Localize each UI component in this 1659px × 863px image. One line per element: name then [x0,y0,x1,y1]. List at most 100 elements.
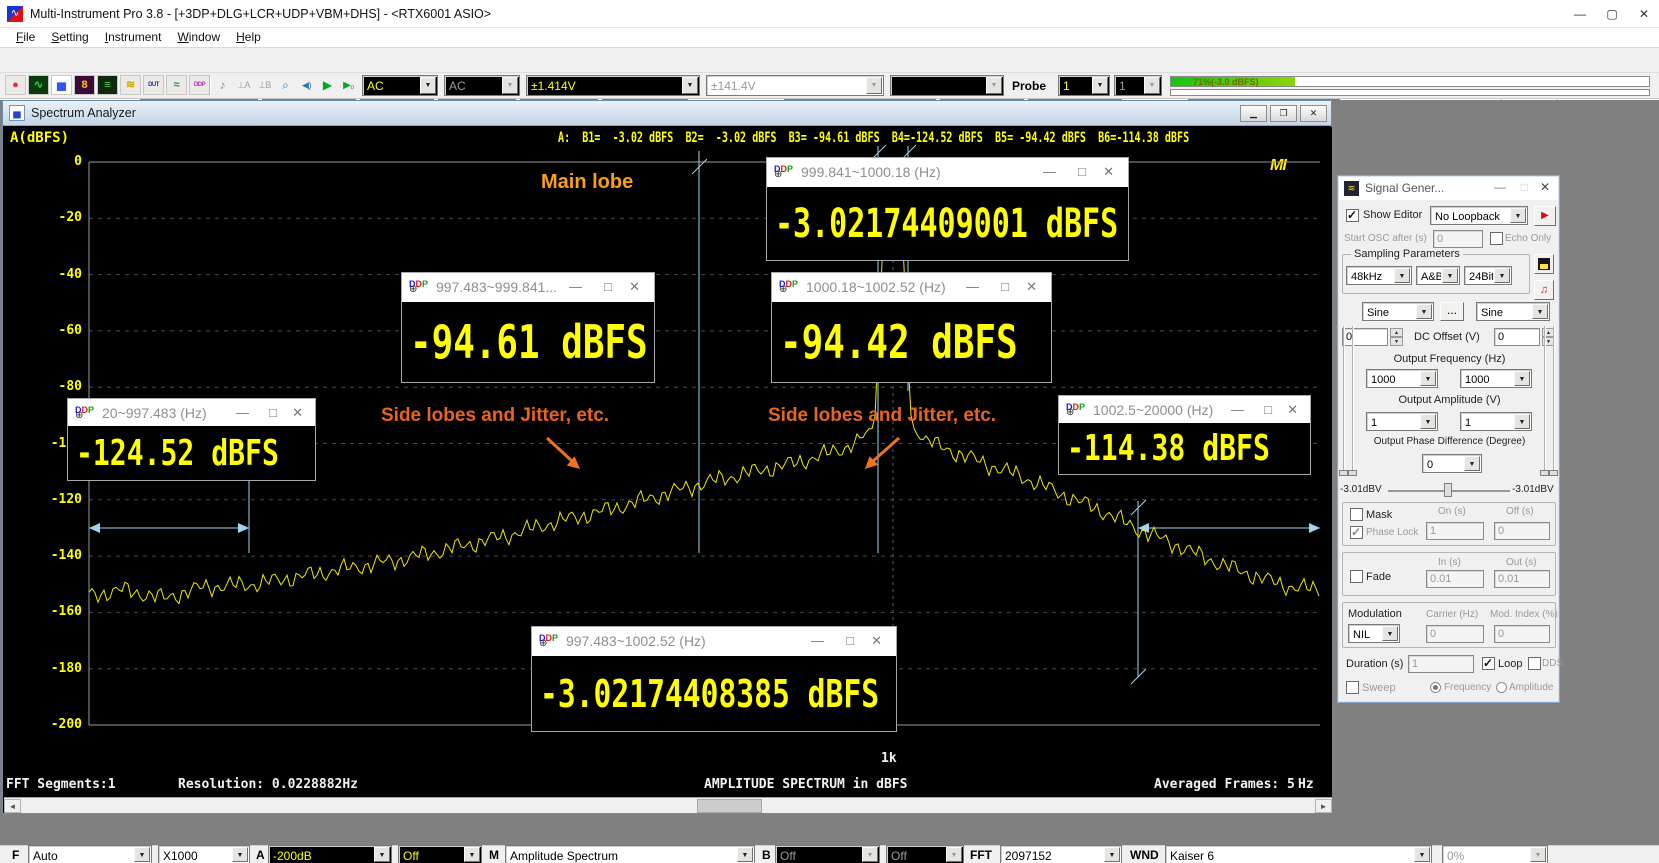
spectrum-analyzer-icon[interactable]: ▅ [51,75,72,95]
popup-close-icon[interactable]: ✕ [292,405,303,421]
amplitude-slider-b1[interactable] [1544,326,1546,476]
a-range-combo[interactable]: -200dB▼ [268,845,392,863]
slider-thumb[interactable] [1540,470,1549,476]
menu-window[interactable]: Window [169,28,228,46]
coupling-a-combo[interactable]: AC▼ [362,75,438,96]
signal-generator-titlebar[interactable]: ≋ Signal Gener... — □ ✕ [1339,177,1558,200]
window-maximize-icon[interactable]: ▢ [1597,4,1627,24]
popup-titlebar[interactable]: DDP⊕ 997.483~1002.52 (Hz) — □ ✕ [532,627,896,656]
x-scale-combo[interactable]: X1000▼ [158,845,250,863]
sg-music-note-icon[interactable]: ♫ [1534,280,1554,300]
popup-minimize-icon[interactable]: — [966,279,979,294]
record-icon[interactable]: ● [5,75,26,95]
spectrum-analyzer-titlebar[interactable]: ▅ Spectrum Analyzer ▁ ❐ ✕ [3,101,1331,126]
popup-maximize-icon[interactable]: □ [846,633,854,648]
sg-close-icon[interactable]: ✕ [1540,180,1550,194]
sg-play-icon[interactable]: ▶ [1534,206,1556,226]
sg-channel-combo[interactable]: A&B▼ [1416,266,1460,285]
popup-close-icon[interactable]: ✕ [629,279,640,295]
waveform-more-button[interactable]: ... [1440,302,1464,321]
frequency-a-combo[interactable]: 1000▼ [1366,369,1438,388]
popup-maximize-icon[interactable]: □ [1078,164,1086,179]
horizontal-scrollbar[interactable]: ◄ ► [4,797,1332,813]
popup-titlebar[interactable]: DDP⊕ 1002.5~20000 (Hz) — □ ✕ [1059,396,1310,423]
range-a-combo[interactable]: ±1.414V▼ [526,75,700,96]
frequency-b-combo[interactable]: 1000▼ [1460,369,1532,388]
slider-thumb[interactable] [1549,470,1558,476]
sound-input-icon[interactable]: ♪ [213,75,233,95]
scroll-right-icon[interactable]: ► [1315,799,1332,813]
multimeter-icon[interactable]: 8 [74,75,95,95]
measurement-popup-right-lobe[interactable]: DDP⊕ 1000.18~1002.52 (Hz) — □ ✕ -94.42 d… [771,272,1052,383]
popup-titlebar[interactable]: DDP⊕ 997.483~999.841... — □ ✕ [402,273,654,302]
measurement-popup-high-band[interactable]: DDP⊕ 1002.5~20000 (Hz) — □ ✕ -114.38 dBF… [1058,395,1311,475]
popup-titlebar[interactable]: DDP⊕ 20~997.483 (Hz) — □ ✕ [68,399,315,426]
window-minimize-icon[interactable]: — [1565,4,1595,24]
popup-maximize-icon[interactable]: □ [1001,279,1009,294]
popup-maximize-icon[interactable]: □ [269,405,277,420]
show-editor-checkbox[interactable] [1346,209,1359,222]
spectrum-3d-plot-icon[interactable]: ≡ [97,75,118,95]
amplitude-slider-a1[interactable] [1343,326,1345,476]
menu-file[interactable]: File [8,28,43,46]
phase-combo[interactable]: 0▼ [1422,454,1482,473]
reference-a-icon[interactable]: ⊥A [234,75,254,95]
slider-thumb[interactable] [1339,470,1348,476]
popup-titlebar[interactable]: DDP⊕ 1000.18~1002.52 (Hz) — □ ✕ [772,273,1051,302]
ddp-viewer-icon[interactable]: DDP [189,75,210,95]
window-close-icon[interactable]: ✕ [1629,4,1659,24]
device-test-plan-icon[interactable]: DUT [143,75,164,95]
sa-minimize-icon[interactable]: ▁ [1240,105,1267,122]
lcr-meter-icon[interactable]: ≈ [166,75,187,95]
menu-setting[interactable]: Setting [43,28,96,46]
dc-offset-a-input[interactable]: 0 [1342,328,1388,346]
popup-close-icon[interactable]: ✕ [871,633,882,649]
speaker-icon[interactable]: ◀) [297,75,317,95]
spectrum-mode-combo[interactable]: Amplitude Spectrum▼ [505,845,755,863]
fft-size-combo[interactable]: 2097152▼ [1000,845,1122,863]
sweep-checkbox[interactable] [1346,681,1359,694]
measurement-popup-low-band[interactable]: DDP⊕ 20~997.483 (Hz) — □ ✕ -124.52 dBFS [67,398,316,481]
loop-checkbox[interactable] [1482,657,1495,670]
popup-close-icon[interactable]: ✕ [1103,164,1114,180]
sg-bits-combo[interactable]: 24Bit▼ [1464,266,1512,285]
popup-maximize-icon[interactable]: □ [1264,402,1272,417]
popup-minimize-icon[interactable]: — [569,279,582,294]
fade-checkbox[interactable] [1350,570,1363,583]
popup-minimize-icon[interactable]: — [811,633,824,648]
menu-instrument[interactable]: Instrument [97,28,170,46]
waveform-a-combo[interactable]: Sine▼ [1362,302,1434,321]
slider-thumb[interactable] [1348,470,1357,476]
sa-restore-icon[interactable]: ❐ [1270,105,1297,122]
scrollbar-thumb[interactable] [697,799,762,813]
popup-maximize-icon[interactable]: □ [604,279,612,294]
sg-minimize-icon[interactable]: — [1494,180,1506,194]
dc-offset-b-input[interactable]: 0 [1494,328,1540,346]
sg-save-icon[interactable] [1534,254,1554,274]
measurement-popup-total[interactable]: DDP⊕ 997.483~1002.52 (Hz) — □ ✕ -3.02174… [531,626,897,732]
measurement-popup-peak[interactable]: DDP⊕ 999.841~1000.18 (Hz) — □ ✕ -3.02174… [766,157,1129,261]
popup-titlebar[interactable]: DDP⊕ 999.841~1000.18 (Hz) — □ ✕ [767,158,1128,187]
sg-sample-rate-combo[interactable]: 48kHz▼ [1346,266,1412,285]
play-icon[interactable]: ▶ [318,75,338,95]
amplitude-slider-a2[interactable] [1352,326,1354,476]
popup-close-icon[interactable]: ✕ [1026,279,1037,295]
reference-b-icon[interactable]: ⊥B [255,75,275,95]
popup-minimize-icon[interactable]: — [1043,164,1056,179]
probe-calibration-icon[interactable]: ⌕ [276,75,296,95]
window-function-combo[interactable]: Kaiser 6▼ [1165,845,1432,863]
amplitude-slider-b2[interactable] [1553,326,1555,476]
mask-checkbox[interactable] [1350,508,1363,521]
dc-offset-a-spinner[interactable]: ▲▼ [1390,328,1403,346]
probe-a-combo[interactable]: 1▼ [1058,75,1110,96]
amplitude-a-combo[interactable]: 1▼ [1366,412,1438,431]
a-mode-combo[interactable]: Off▼ [398,845,482,863]
popup-minimize-icon[interactable]: — [1231,402,1244,417]
scroll-left-icon[interactable]: ◄ [4,799,21,813]
popup-close-icon[interactable]: ✕ [1287,402,1298,418]
loopback-combo[interactable]: No Loopback▼ [1430,206,1528,225]
popup-minimize-icon[interactable]: — [236,405,249,420]
play-loop-icon[interactable]: ▶₀ [339,75,359,95]
waveform-b-combo[interactable]: Sine▼ [1476,302,1550,321]
modulation-combo[interactable]: NIL▼ [1348,624,1400,643]
